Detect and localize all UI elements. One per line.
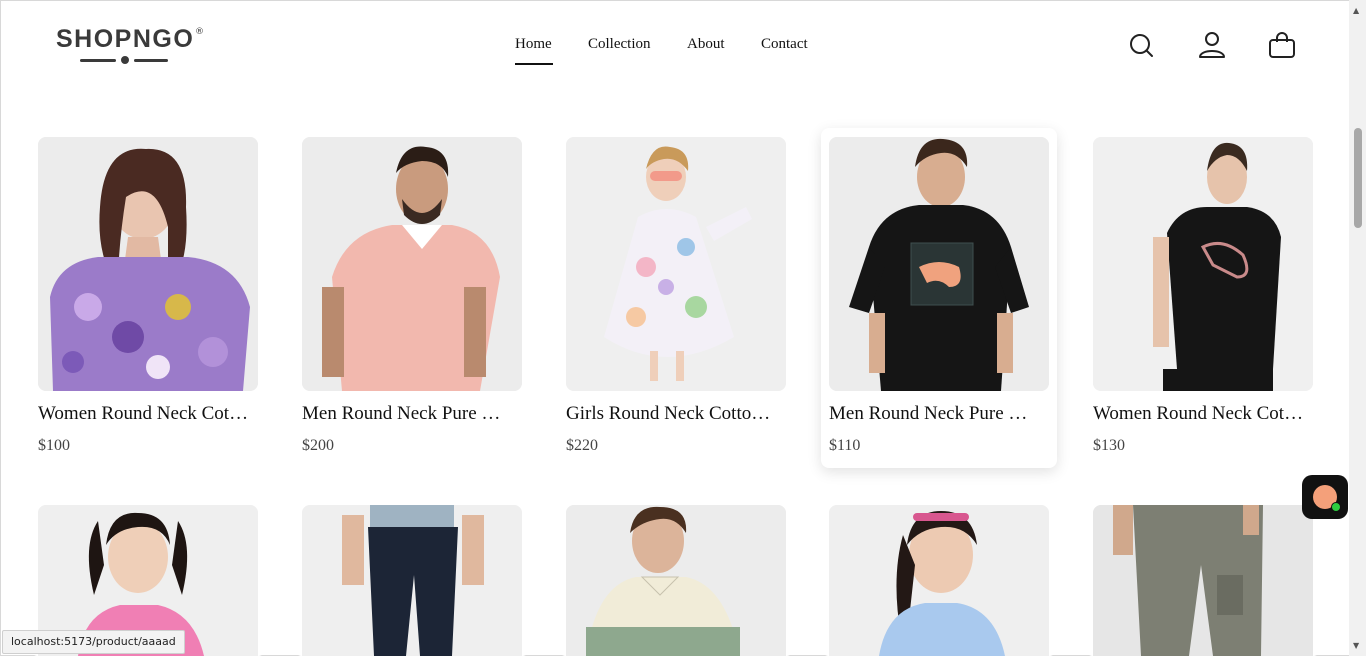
logo-dot (121, 56, 129, 64)
product-image[interactable] (1093, 505, 1313, 656)
nav-about[interactable]: About (687, 36, 725, 53)
scroll-up-arrow-icon[interactable]: ▲ (1353, 6, 1359, 15)
nav-home[interactable]: Home (515, 36, 552, 53)
product-image[interactable] (302, 137, 522, 391)
product-card[interactable]: Women Round Neck Cot… $100 (30, 137, 266, 467)
nav-collection[interactable]: Collection (588, 36, 651, 53)
product-card[interactable]: Women Round Neck Cot… $130 (1085, 137, 1321, 467)
product-image[interactable] (302, 505, 522, 656)
online-status-dot (1331, 502, 1341, 512)
product-price: $100 (38, 437, 70, 454)
logo-underline-left (80, 59, 116, 62)
product-card[interactable]: Men Round Neck Pure … $110 (821, 128, 1057, 468)
product-image[interactable] (829, 137, 1049, 391)
product-title[interactable]: Men Round Neck Pure … (829, 403, 1051, 425)
product-title[interactable]: Women Round Neck Cot… (1093, 403, 1315, 425)
vertical-scrollbar[interactable]: ▲ ▼ (1349, 0, 1366, 656)
user-icon[interactable] (1197, 30, 1227, 60)
chat-widget-button[interactable] (1302, 475, 1348, 519)
logo-text: SHOPNGO (56, 25, 195, 53)
registered-mark: ® (195, 27, 204, 37)
logo-underline-right (134, 59, 168, 62)
product-price: $200 (302, 437, 334, 454)
product-card[interactable]: Men Round Neck Pure … $200 (294, 137, 530, 467)
product-title[interactable]: Women Round Neck Cot… (38, 403, 260, 425)
scroll-down-arrow-icon[interactable]: ▼ (1353, 641, 1359, 650)
product-image[interactable] (1093, 137, 1313, 391)
product-price: $220 (566, 437, 598, 454)
search-icon[interactable] (1127, 30, 1157, 60)
product-image[interactable] (566, 505, 786, 656)
product-card[interactable] (558, 505, 794, 656)
product-card[interactable]: Girls Round Neck Cotto… $220 (558, 137, 794, 467)
nav-active-underline (515, 63, 553, 65)
nav-contact[interactable]: Contact (761, 36, 808, 53)
shopping-bag-icon[interactable] (1267, 30, 1297, 60)
product-price: $110 (829, 437, 861, 454)
product-image[interactable] (38, 137, 258, 391)
product-card[interactable] (294, 505, 530, 656)
product-image[interactable] (829, 505, 1049, 656)
link-status-bar: localhost:5173/product/aaaad (2, 630, 185, 654)
product-card[interactable] (1085, 505, 1321, 656)
product-image[interactable] (566, 137, 786, 391)
product-card[interactable] (821, 505, 1057, 656)
scrollbar-thumb[interactable] (1354, 128, 1362, 228)
product-price: $130 (1093, 437, 1125, 454)
product-title[interactable]: Men Round Neck Pure … (302, 403, 524, 425)
product-title[interactable]: Girls Round Neck Cotto… (566, 403, 788, 425)
logo[interactable]: SHOPNGO ® (56, 24, 206, 68)
